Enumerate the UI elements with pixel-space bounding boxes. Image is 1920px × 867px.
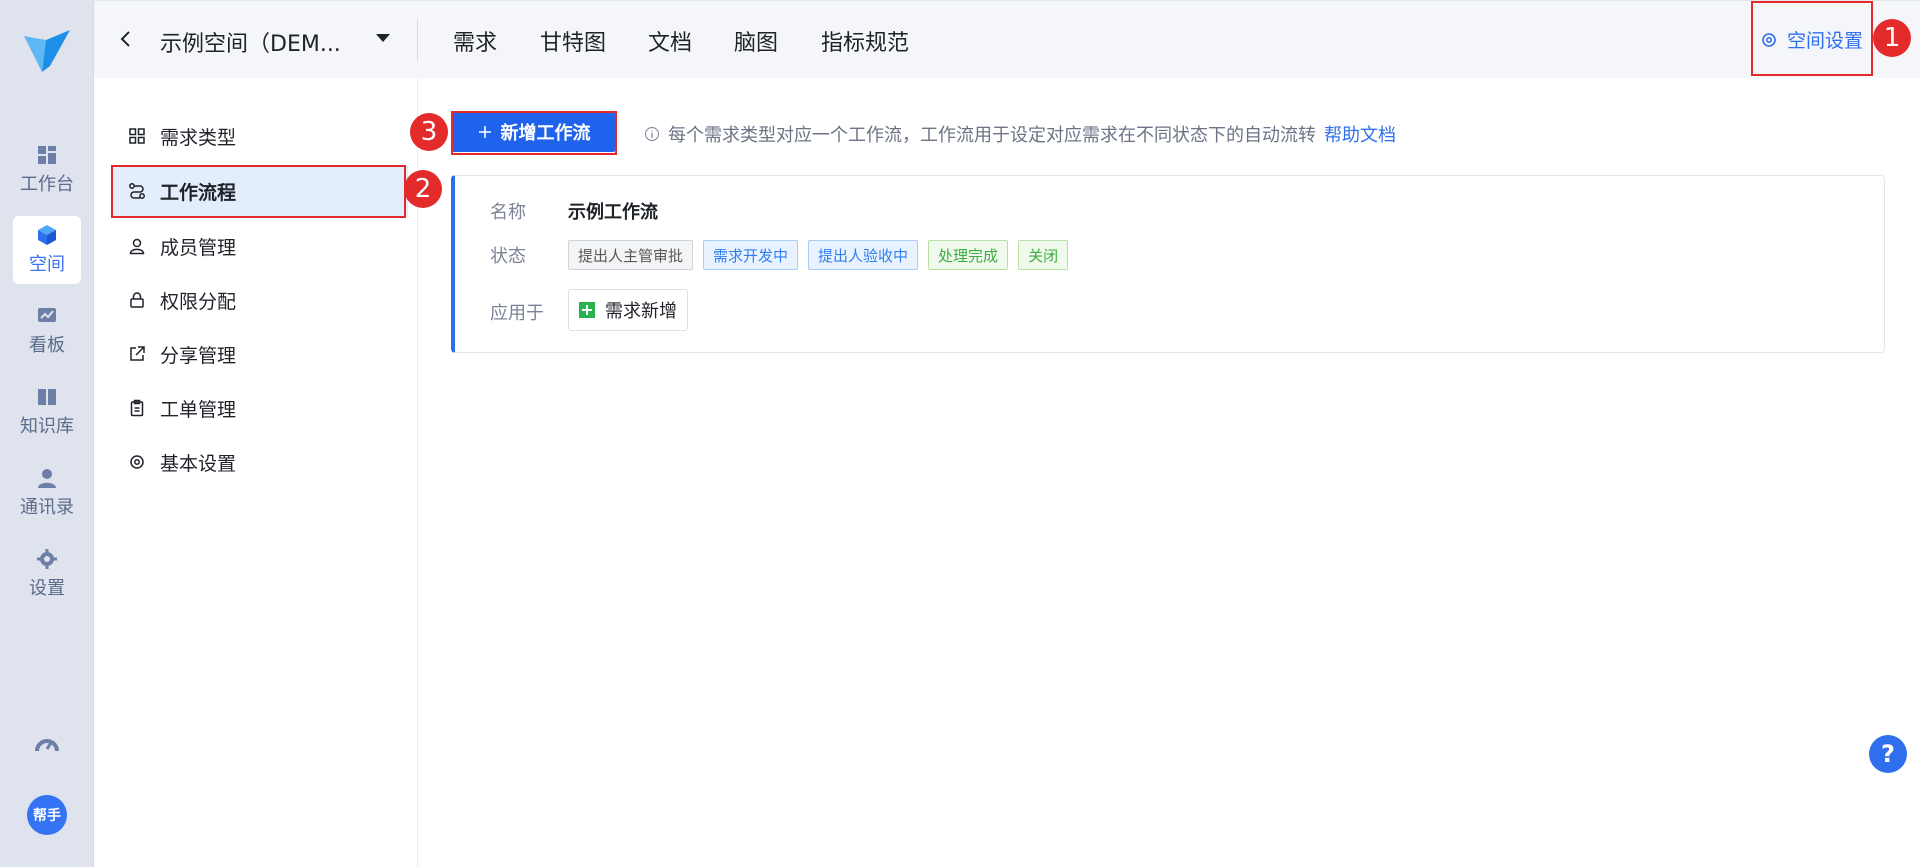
menu-item-label: 权限分配 xyxy=(160,290,237,313)
rail-item-knowledge[interactable]: 知识库 xyxy=(13,378,81,446)
tab-docs[interactable]: 文档 xyxy=(648,25,692,57)
menu-item-requirement-types[interactable]: 需求类型 xyxy=(112,111,408,161)
contacts-icon xyxy=(38,469,56,488)
speedometer-icon[interactable] xyxy=(33,731,61,759)
rail-item-label: 看板 xyxy=(29,335,65,356)
helper-avatar[interactable]: 帮手 xyxy=(27,795,67,835)
menu-item-label: 基本设置 xyxy=(160,452,237,475)
rail-item-label: 空间 xyxy=(29,254,65,275)
menu-item-sharing[interactable]: 分享管理 xyxy=(112,329,408,379)
divider xyxy=(417,19,418,61)
rail-item-label: 知识库 xyxy=(20,416,74,437)
tab-mindmap[interactable]: 脑图 xyxy=(734,25,778,57)
rail-item-contacts[interactable]: 通讯录 xyxy=(13,459,81,527)
back-arrow-icon[interactable] xyxy=(118,29,134,49)
annotation-badge-2: 2 xyxy=(404,170,442,208)
rail-item-board[interactable]: 看板 xyxy=(13,297,81,365)
applied-type-label: 需求新增 xyxy=(605,301,677,322)
lock-icon xyxy=(130,292,144,308)
menu-item-basic-settings[interactable]: 基本设置 xyxy=(112,437,408,487)
annotation-box-add-workflow xyxy=(451,111,617,155)
gear-icon xyxy=(130,455,144,469)
add-square-icon xyxy=(579,302,595,318)
clipboard-icon xyxy=(130,399,144,417)
applied-requirement-type[interactable]: 需求新增 xyxy=(568,289,688,331)
space-name[interactable]: 示例空间（DEM... xyxy=(160,26,341,58)
app-logo[interactable] xyxy=(20,28,74,76)
help-doc-link[interactable]: 帮助文档 xyxy=(1324,121,1396,147)
apply-label: 应用于 xyxy=(490,303,544,324)
help-question-button[interactable]: ? xyxy=(1869,735,1907,773)
rail-item-settings[interactable]: 设置 xyxy=(13,540,81,608)
tab-requirements[interactable]: 需求 xyxy=(453,25,497,57)
workflow-hint: 每个需求类型对应一个工作流，工作流用于设定对应需求在不同状态下的自动流转 帮助文… xyxy=(644,121,1396,147)
menu-item-label: 分享管理 xyxy=(160,344,237,367)
annotation-box-space-settings xyxy=(1751,1,1873,76)
status-tags: 提出人主管审批 需求开发中 提出人验收中 处理完成 关闭 xyxy=(568,240,1069,270)
grid-icon xyxy=(129,128,145,144)
tab-gantt[interactable]: 甘特图 xyxy=(540,25,606,57)
hint-text: 每个需求类型对应一个工作流，工作流用于设定对应需求在不同状态下的自动流转 xyxy=(668,125,1316,146)
status-label: 状态 xyxy=(490,246,526,267)
menu-item-tickets[interactable]: 工单管理 xyxy=(112,383,408,433)
workflow-card[interactable]: 名称 示例工作流 状态 提出人主管审批 需求开发中 提出人验收中 处理完成 关闭… xyxy=(451,175,1885,353)
name-label: 名称 xyxy=(490,202,526,223)
menu-item-members[interactable]: 成员管理 xyxy=(112,221,408,271)
user-icon xyxy=(129,238,145,255)
info-icon xyxy=(644,126,660,142)
tab-metric-spec[interactable]: 指标规范 xyxy=(821,25,909,57)
status-badge: 需求开发中 xyxy=(703,240,799,270)
dashboard-icon xyxy=(38,146,56,164)
status-badge: 提出人验收中 xyxy=(808,240,919,270)
rail-item-space[interactable]: 空间 xyxy=(13,216,81,284)
annotation-badge-1: 1 xyxy=(1873,19,1911,57)
menu-item-label: 工单管理 xyxy=(160,398,237,421)
annotation-badge-3: 3 xyxy=(410,113,448,151)
share-icon xyxy=(130,346,145,361)
status-badge: 处理完成 xyxy=(928,240,1009,270)
menu-item-label: 需求类型 xyxy=(160,126,237,149)
rail-item-label: 工作台 xyxy=(20,174,74,195)
chevron-down-icon[interactable] xyxy=(376,34,390,42)
status-badge: 提出人主管审批 xyxy=(568,240,694,270)
menu-item-permissions[interactable]: 权限分配 xyxy=(112,275,408,325)
annotation-box-workflow-menu xyxy=(111,165,406,218)
workflow-name: 示例工作流 xyxy=(568,202,658,223)
top-bar: 示例空间（DEM... 需求 甘特图 文档 脑图 指标规范 空间设置 xyxy=(94,0,1920,78)
rail-item-label: 设置 xyxy=(29,578,65,599)
menu-item-label: 成员管理 xyxy=(160,236,237,259)
cube-icon xyxy=(38,225,56,245)
rail-item-label: 通讯录 xyxy=(20,497,74,518)
book-icon xyxy=(38,389,56,405)
rail-item-workbench[interactable]: 工作台 xyxy=(13,136,81,204)
status-badge: 关闭 xyxy=(1018,240,1069,270)
chart-board-icon xyxy=(38,308,56,322)
gear-icon xyxy=(37,549,57,569)
left-rail: 工作台 空间 看板 知识库 通讯录 设置 帮手 xyxy=(0,0,94,867)
